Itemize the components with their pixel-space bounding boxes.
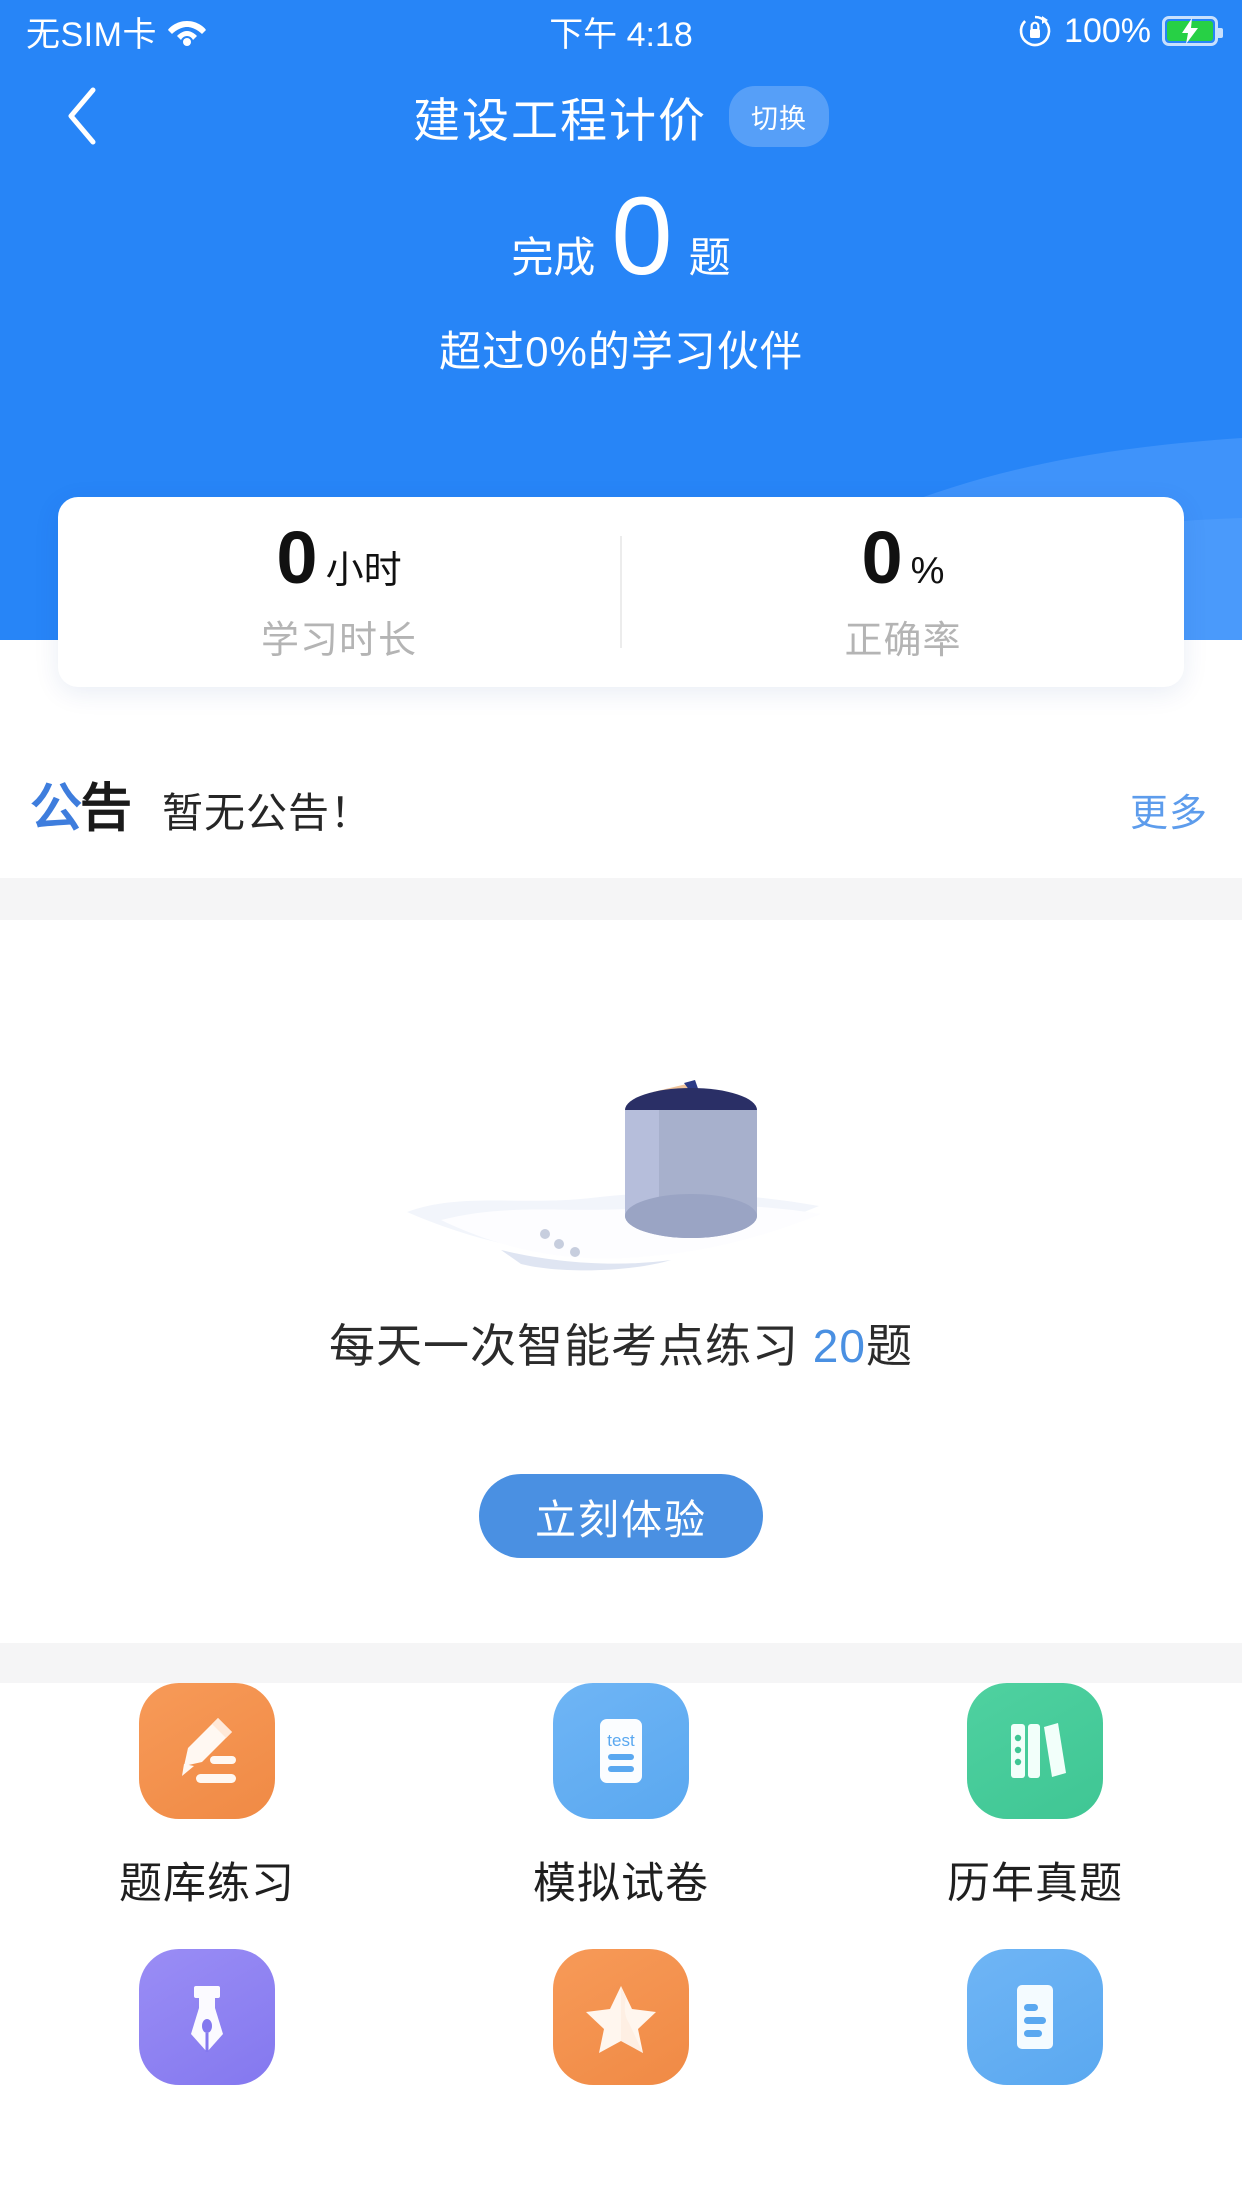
nav-bar: 建设工程计价 切换 [0, 62, 1242, 170]
hero-subtitle: 超过0%的学习伙伴 [439, 328, 803, 375]
stat-unit: % [910, 549, 945, 592]
grid-item-favorites[interactable] [414, 1949, 828, 2115]
pencil-in-cup-illustration [407, 1080, 821, 1271]
tile-background [553, 1949, 689, 2085]
announcement-more-link[interactable]: 更多 [1130, 782, 1208, 837]
status-bar: 无SIM卡 下午 4:18 100% [0, 0, 1242, 62]
stat-value-row: 0 % [622, 515, 1184, 599]
start-practice-button[interactable]: 立刻体验 [479, 1474, 763, 1558]
stat-unit: 小时 [325, 549, 402, 592]
grid-item-question-bank[interactable]: 题库练习 [0, 1683, 414, 1911]
pencil-edit-icon [182, 1718, 236, 1783]
feature-grid: 题库练习 test 模拟试卷 历年真题 [0, 1683, 1242, 2115]
stat-accuracy: 0 % 正确率 [622, 515, 1184, 664]
page-title: 建设工程计价 [413, 93, 707, 147]
lightning-bolt-icon [1182, 18, 1198, 44]
tile-background: test [553, 1683, 689, 1819]
daily-question-count: 20 [812, 1320, 866, 1372]
completed-count-value: 0 [611, 175, 673, 298]
battery-percent-label: 100% [1064, 11, 1151, 50]
document-lines-icon [1017, 1985, 1053, 2049]
test-paper-icon: test [600, 1719, 642, 1783]
completed-suffix-label: 题 [688, 234, 731, 281]
tile-background [967, 1683, 1103, 1819]
stat-value: 0 [276, 515, 317, 599]
grid-item-mock-exam[interactable]: test 模拟试卷 [414, 1683, 828, 1911]
hero-summary: 完成 0 题 超过0%的学习伙伴 [0, 182, 1242, 379]
grid-item-label: 模拟试卷 [533, 1860, 709, 1908]
section-divider-2 [0, 1643, 1242, 1683]
section-divider-1 [0, 878, 1242, 920]
daily-text-prefix: 每天一次智能考点练习 [329, 1320, 813, 1372]
svg-text:test: test [607, 1731, 635, 1750]
announcement-bar[interactable]: 公告 暂无公告！ 更多 [0, 740, 1242, 878]
announcement-logo-char2: 告 [80, 780, 132, 838]
status-bar-right: 100% [1017, 11, 1223, 51]
grid-item-pen[interactable] [0, 1949, 414, 2115]
announcement-logo-icon: 公告 [30, 780, 132, 838]
tile-background [139, 1949, 275, 2085]
grid-item-notes[interactable] [828, 1949, 1242, 2115]
announcement-text: 暂无公告！ [162, 790, 373, 836]
books-icon [1011, 1723, 1066, 1778]
app-screen: 无SIM卡 下午 4:18 100% 建设工程计价 切换 完成 0 题 超过0%… [0, 0, 1242, 2208]
rotation-lock-icon [1019, 15, 1051, 47]
daily-practice-text: 每天一次智能考点练习 20题 [0, 1310, 1242, 1376]
stat-value-row: 0 小时 [58, 515, 620, 599]
announcement-logo-char1: 公 [30, 780, 82, 838]
stats-card: 0 小时 学习时长 0 % 正确率 [58, 497, 1184, 687]
stat-value: 0 [861, 515, 903, 599]
stat-label: 学习时长 [260, 619, 417, 662]
daily-text-suffix: 题 [865, 1320, 913, 1372]
battery-charging-icon [1162, 16, 1223, 46]
back-button[interactable] [48, 81, 118, 151]
fountain-pen-icon [191, 1986, 223, 2052]
tile-background [139, 1683, 275, 1819]
tile-background [967, 1949, 1103, 2085]
chevron-left-icon [68, 87, 96, 145]
grid-item-past-papers[interactable]: 历年真题 [828, 1683, 1242, 1911]
grid-item-label: 历年真题 [947, 1860, 1123, 1908]
star-icon [586, 1986, 656, 2053]
stat-study-time: 0 小时 学习时长 [58, 515, 620, 664]
completed-questions: 完成 0 题 [0, 182, 1242, 292]
switch-subject-button[interactable]: 切换 [729, 85, 829, 147]
completed-prefix-label: 完成 [511, 234, 596, 281]
stat-label: 正确率 [844, 619, 962, 662]
grid-item-label: 题库练习 [119, 1860, 295, 1908]
